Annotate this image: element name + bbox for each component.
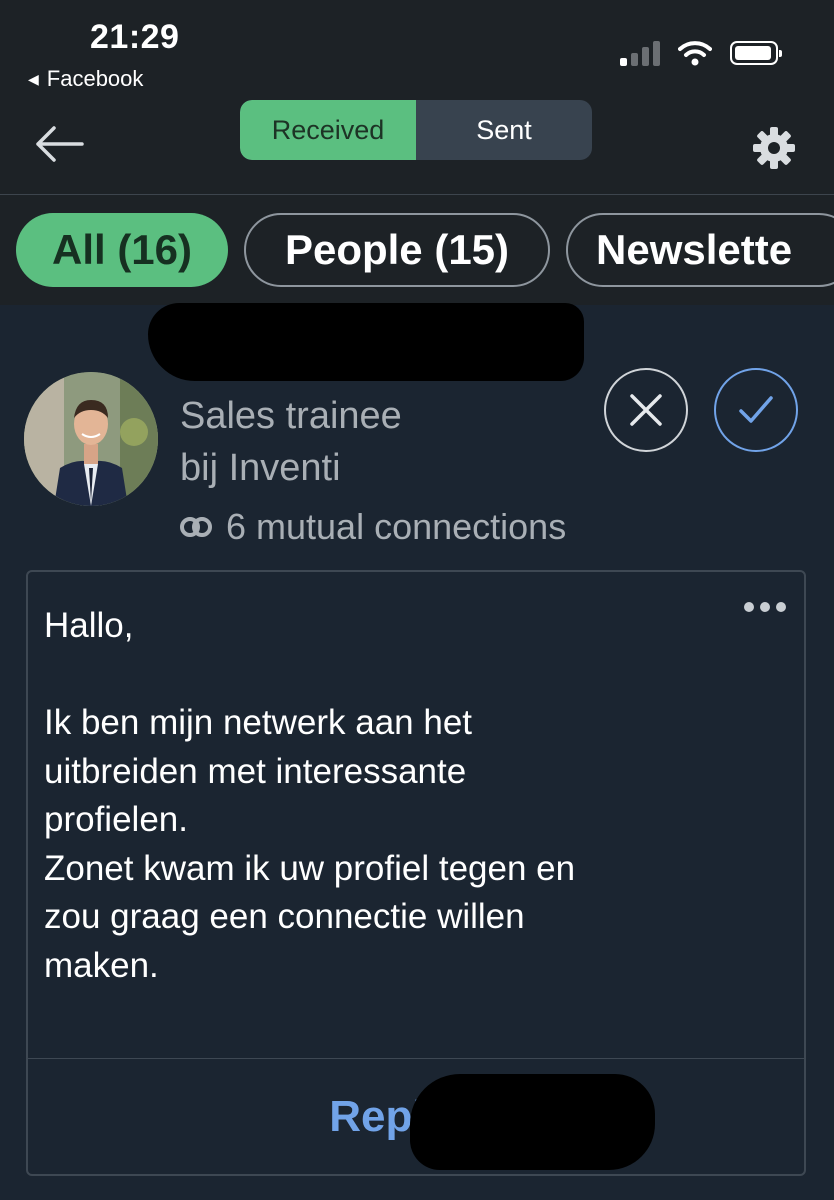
gear-icon[interactable]: [750, 124, 798, 172]
redacted-name: [148, 303, 584, 381]
received-sent-toggle: Received Sent: [240, 100, 592, 160]
close-icon: [630, 394, 662, 426]
tab-received[interactable]: Received: [240, 100, 416, 160]
avatar[interactable]: [24, 372, 158, 506]
wifi-icon: [678, 41, 712, 66]
redacted-reply-name: [410, 1074, 655, 1170]
cellular-signal-icon: [620, 40, 660, 66]
headline-line-1: Sales trainee: [180, 395, 402, 437]
invitation-headline: Sales trainee bij Inventi: [180, 390, 402, 494]
filter-bar: All (16) People (15) Newslette: [0, 195, 834, 305]
tab-sent[interactable]: Sent: [416, 100, 592, 160]
headline-line-2: bij Inventi: [180, 447, 341, 489]
mutual-connections-text: 6 mutual connections: [226, 506, 567, 547]
back-to-app-link[interactable]: ◀ Facebook: [28, 66, 143, 92]
back-arrow-icon[interactable]: [34, 124, 84, 164]
invitation-message: Hallo, Ik ben mijn netwerk aan het uitbr…: [44, 606, 576, 985]
battery-icon: [730, 41, 782, 65]
filter-all-pill[interactable]: All (16): [16, 213, 228, 287]
back-triangle-icon: ◀: [28, 70, 39, 87]
message-divider: [28, 1058, 804, 1059]
invitation-message-card: Hallo, Ik ben mijn netwerk aan het uitbr…: [26, 570, 806, 1176]
top-bar: 21:29 ◀ Facebook Received Sent: [0, 0, 834, 194]
filter-people-pill[interactable]: People (15): [244, 213, 550, 287]
filter-newsletters-pill[interactable]: Newslette: [566, 213, 834, 287]
status-icons: [620, 40, 782, 66]
profile-photo-image: [24, 372, 158, 506]
mutual-connections[interactable]: 6 mutual connections: [178, 506, 566, 548]
ignore-button[interactable]: [604, 368, 688, 452]
status-time: 21:29: [90, 18, 180, 56]
more-options-icon[interactable]: [744, 602, 786, 612]
mutual-connections-icon: [180, 517, 212, 537]
accept-button[interactable]: [714, 368, 798, 452]
back-app-label: Facebook: [46, 66, 144, 91]
checkmark-icon: [739, 396, 773, 423]
